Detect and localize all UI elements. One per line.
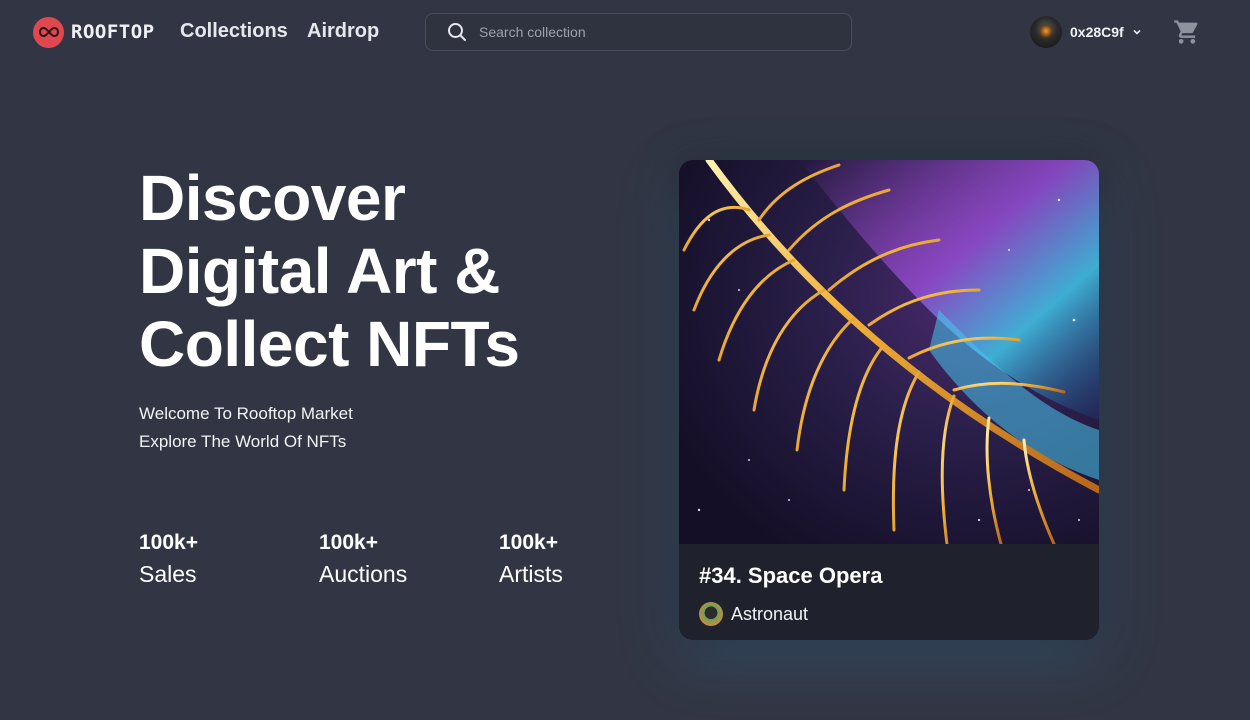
- stat-artists: 100k+ Artists: [499, 531, 649, 588]
- brand-logo-link[interactable]: ROOFTOP: [33, 16, 155, 48]
- search-icon: [447, 22, 467, 42]
- stat-label: Sales: [139, 561, 197, 587]
- hero-subtitle-line: Welcome To Rooftop Market: [139, 404, 353, 423]
- top-nav: ROOFTOP Collections Airdrop 0x28C9f: [0, 0, 1250, 64]
- account-menu[interactable]: 0x28C9f: [1030, 16, 1142, 48]
- stat-label: Artists: [499, 561, 563, 587]
- featured-nft-card[interactable]: #34. Space Opera Astronaut: [679, 160, 1099, 640]
- wallet-address: 0x28C9f: [1070, 24, 1124, 40]
- search-input[interactable]: [479, 24, 819, 40]
- nft-creator[interactable]: Astronaut: [699, 602, 808, 626]
- hero-title-line: Collect NFTs: [139, 308, 520, 380]
- cart-icon[interactable]: [1173, 18, 1201, 46]
- search-bar[interactable]: [425, 13, 852, 51]
- chevron-down-icon: [1132, 27, 1142, 37]
- stat-sales: 100k+ Sales: [139, 531, 289, 588]
- hero-subtitle-line: Explore The World Of NFTs: [139, 432, 347, 451]
- avatar: [699, 602, 723, 626]
- stat-label: Auctions: [319, 561, 408, 587]
- stat-value: 100k+: [499, 531, 558, 554]
- creator-name: Astronaut: [731, 603, 809, 624]
- hero-title: Discover Digital Art & Collect NFTs: [139, 162, 599, 381]
- nft-artwork-image: [679, 160, 1099, 544]
- brand-name: ROOFTOP: [71, 21, 155, 43]
- nav-collections[interactable]: Collections: [180, 20, 288, 43]
- hero-title-line: Discover: [139, 162, 406, 234]
- nft-title: #34. Space Opera: [699, 563, 883, 588]
- hero-subtitle: Welcome To Rooftop Market Explore The Wo…: [139, 400, 353, 456]
- nft-card-info: #34. Space Opera Astronaut: [679, 544, 1099, 640]
- nav-airdrop[interactable]: Airdrop: [307, 20, 379, 43]
- page: ROOFTOP Collections Airdrop 0x28C9f: [0, 0, 1250, 720]
- stat-value: 100k+: [319, 531, 378, 554]
- stat-auctions: 100k+ Auctions: [319, 531, 469, 588]
- infinity-logo-icon: [33, 16, 64, 48]
- stat-value: 100k+: [139, 531, 198, 554]
- avatar: [1030, 16, 1062, 48]
- hero-title-line: Digital Art &: [139, 235, 500, 307]
